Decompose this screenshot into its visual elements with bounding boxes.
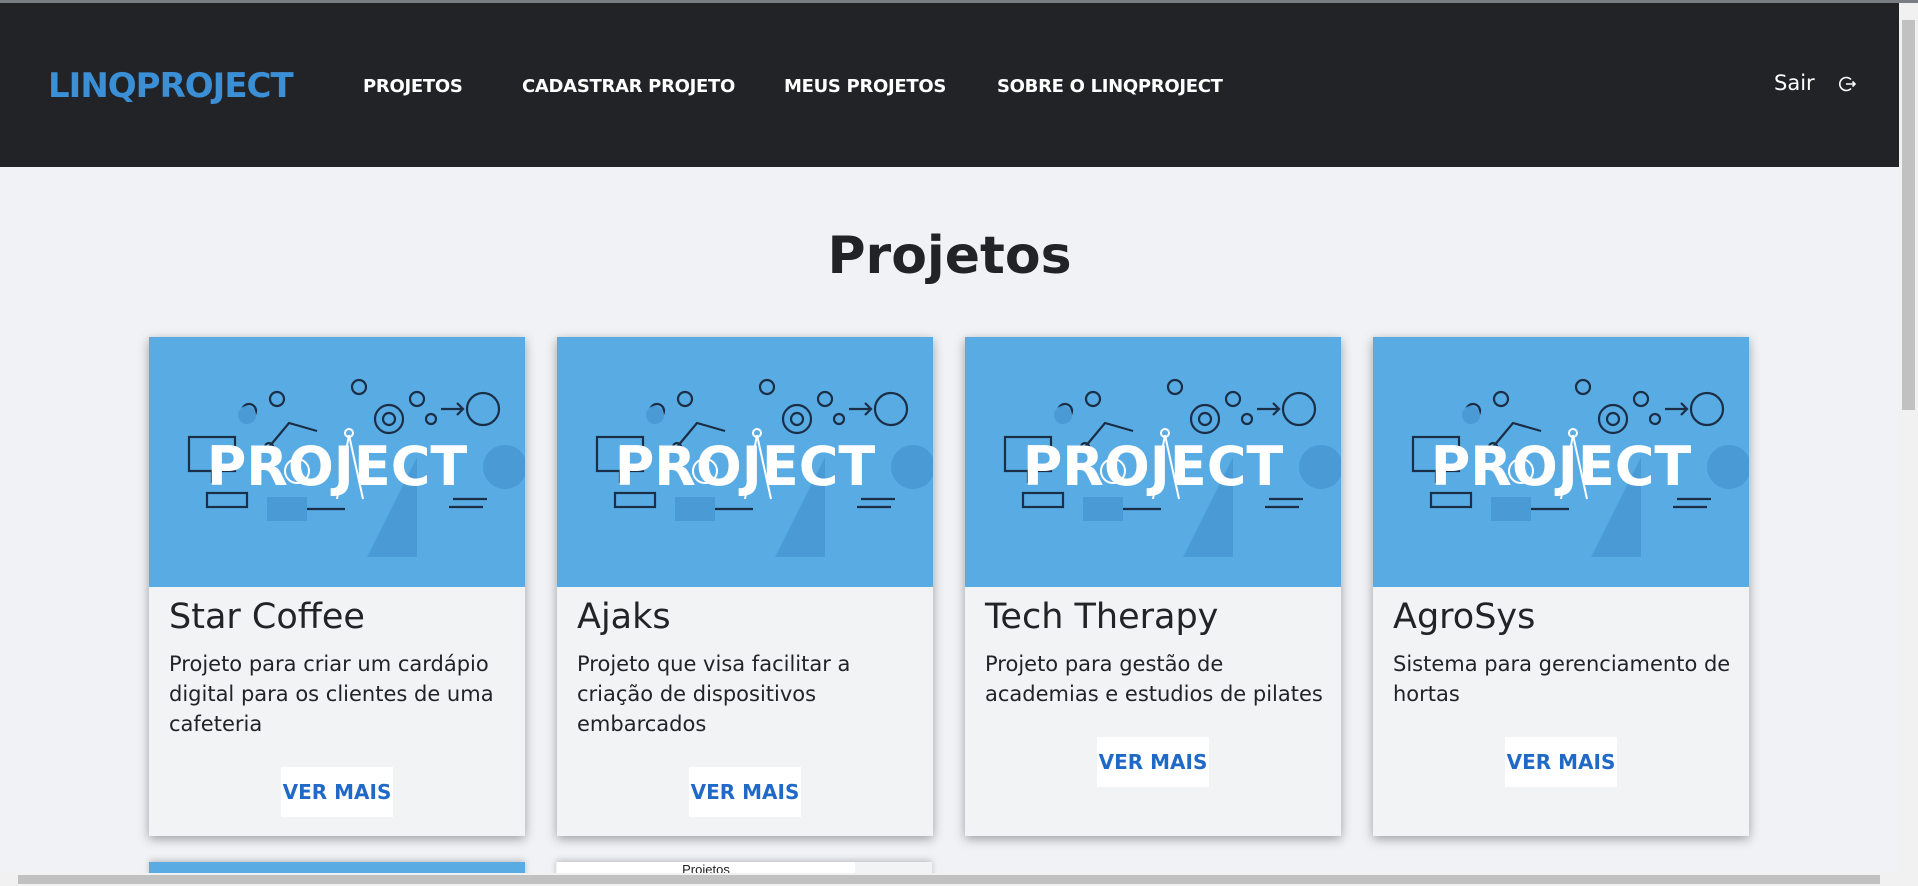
nav-link-sobre[interactable]: SOBRE O LINQPROJECT (997, 76, 1223, 97)
logout-link[interactable]: Sair (1774, 71, 1815, 95)
project-card-image: PROJECT (557, 337, 933, 587)
project-image-text: PROJECT (615, 435, 876, 498)
project-title: AgroSys (1393, 597, 1536, 637)
project-image-text: PROJECT (1023, 435, 1284, 498)
project-card: PROJECT Tech Therapy Projeto para gestão… (965, 337, 1341, 836)
ver-mais-button[interactable]: VER MAIS (1097, 737, 1209, 787)
project-description: Sistema para gerenciamento de hortas (1393, 652, 1731, 706)
page-title: Projetos (827, 226, 1072, 286)
project-card-image: PROJECT (1373, 337, 1749, 587)
project-card: PROJECT AgroSys Sistema para gerenciamen… (1373, 337, 1749, 836)
navbar: LINQPROJECT PROJETOS CADASTRAR PROJETO M… (0, 3, 1899, 167)
nav-link-projetos[interactable]: PROJETOS (363, 76, 463, 97)
nav-link-cadastrar-projeto[interactable]: CADASTRAR PROJETO (522, 76, 735, 97)
project-title: Tech Therapy (985, 597, 1219, 637)
project-image-text: PROJECT (207, 435, 468, 498)
project-image-text: PROJECT (1431, 435, 1692, 498)
project-description: Projeto para gestão de academias e estud… (985, 652, 1323, 706)
horizontal-scrollbar-thumb[interactable] (18, 875, 1880, 884)
vertical-scrollbar-thumb[interactable] (1902, 20, 1915, 410)
project-title: Star Coffee (169, 597, 365, 637)
project-card: PROJECT Ajaks Projeto que visa facilitar… (557, 337, 933, 836)
project-card-image: PROJECT (965, 337, 1341, 587)
project-card: PROJECT Star Coffee Projeto para criar u… (149, 337, 525, 836)
nav-link-meus-projetos[interactable]: MEUS PROJETOS (784, 76, 946, 97)
project-card-image: PROJECT (149, 337, 525, 587)
ver-mais-button[interactable]: VER MAIS (1505, 737, 1617, 787)
ver-mais-button[interactable]: VER MAIS (281, 767, 393, 817)
project-description: Projeto que visa facilitar a criação de … (577, 652, 851, 736)
logout-icon[interactable] (1838, 75, 1856, 93)
project-description: Projeto para criar um cardápio digital p… (169, 652, 494, 736)
project-title: Ajaks (577, 597, 671, 637)
ver-mais-button[interactable]: VER MAIS (689, 767, 801, 817)
brand-logo[interactable]: LINQPROJECT (48, 66, 294, 106)
